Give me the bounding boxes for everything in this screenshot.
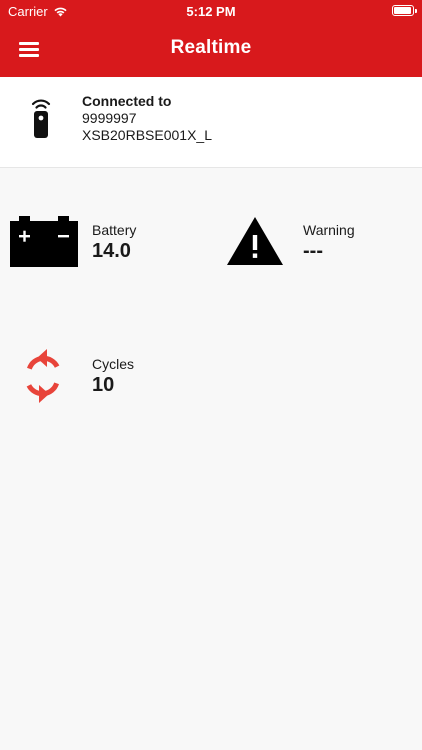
battery-status-icon <box>392 5 417 16</box>
battery-metric: Battery 14.0 <box>92 222 136 263</box>
car-battery-icon <box>10 216 78 267</box>
device-id: 9999997 <box>82 110 137 126</box>
connection-title: Connected to <box>82 93 172 109</box>
cycles-label: Cycles <box>92 356 135 372</box>
warning-metric: Warning --- <box>303 222 355 263</box>
status-bar: Carrier 5:12 PM <box>0 0 422 22</box>
warning-label: Warning <box>303 222 355 238</box>
app-header: Carrier 5:12 PM Realtime <box>0 0 422 77</box>
connection-panel: Connected to 9999997 XSB20RBSE001X_L <box>0 77 422 168</box>
connection-info: Connected to 9999997 XSB20RBSE001X_L <box>82 93 212 144</box>
device-name: XSB20RBSE001X_L <box>82 127 212 143</box>
status-time: 5:12 PM <box>186 4 236 19</box>
sync-cycle-icon <box>26 349 60 403</box>
battery-label: Battery <box>92 222 137 238</box>
battery-value: 14.0 <box>92 240 131 262</box>
cycles-metric: Cycles 10 <box>92 356 134 397</box>
page-title: Realtime <box>170 37 252 58</box>
cycles-value: 10 <box>92 374 115 396</box>
warning-triangle-icon <box>227 217 283 265</box>
warning-value: --- <box>303 240 323 262</box>
remote-control-icon <box>31 99 51 138</box>
